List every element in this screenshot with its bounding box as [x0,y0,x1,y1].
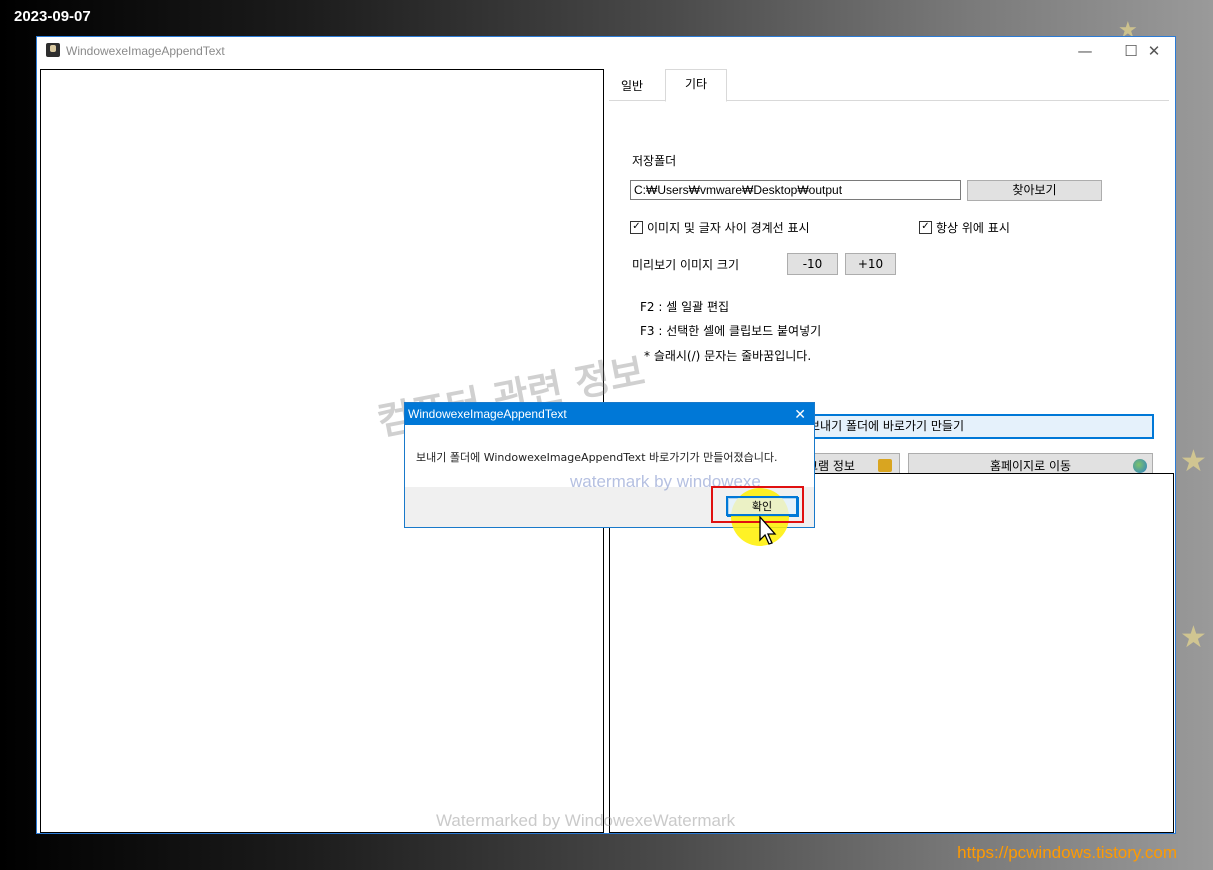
preview-size-label: 미리보기 이미지 크기 [632,258,739,272]
title-bar[interactable]: WindowexeImageAppendText — ☐ ✕ [37,37,1175,66]
coins-icon [878,459,892,472]
preview-minus-button[interactable]: -10 [787,253,838,275]
help-f2-text: F2 : 셀 일괄 편집 [640,300,730,314]
tab-strip: 일반 기타 [609,69,1169,102]
save-folder-label: 저장폴더 [632,154,677,168]
save-folder-input[interactable]: C:₩Users₩vmware₩Desktop₩output [630,180,961,200]
show-border-checkbox[interactable]: ✓ [630,221,643,234]
dialog-title-bar[interactable]: WindowexeImageAppendText ✕ [405,403,814,425]
globe-icon [1133,459,1147,473]
watermark-bottom: Watermarked by WindowexeWatermark [436,811,736,830]
always-on-top-label: 항상 위에 표시 [936,221,1010,235]
ok-button-overlay[interactable]: 확인 [726,496,798,516]
preview-plus-button[interactable]: +10 [845,253,896,275]
site-url: https://pcwindows.tistory.com [957,843,1177,862]
minimize-button[interactable]: — [1062,37,1108,66]
browse-button[interactable]: 찾아보기 [967,180,1102,201]
dialog-close-icon[interactable]: ✕ [794,403,806,425]
dialog-message: 보내기 폴더에 WindowexeImageAppendText 바로가기가 만… [416,451,778,464]
mouse-cursor-icon [759,516,777,545]
app-icon [46,43,60,57]
decorative-star: ★ [1180,620,1207,655]
decorative-star: ★ [1180,444,1207,479]
help-f3-text: F3 : 선택한 셀에 클립보드 붙여넣기 [640,324,822,338]
homepage-label: 홈페이지로 이동 [989,459,1072,473]
window-title: WindowexeImageAppendText [66,44,225,58]
tab-general[interactable]: 일반 [609,72,655,100]
tab-etc[interactable]: 기타 [665,69,727,102]
close-button[interactable]: ✕ [1131,37,1177,66]
show-border-label: 이미지 및 글자 사이 경계선 표시 [647,221,810,235]
help-slash-text: * 슬래시(/) 문자는 줄바꿈입니다. [644,349,812,363]
dialog-title: WindowexeImageAppendText [408,407,567,421]
date-label: 2023-09-07 [14,8,91,25]
always-on-top-checkbox[interactable]: ✓ [919,221,932,234]
